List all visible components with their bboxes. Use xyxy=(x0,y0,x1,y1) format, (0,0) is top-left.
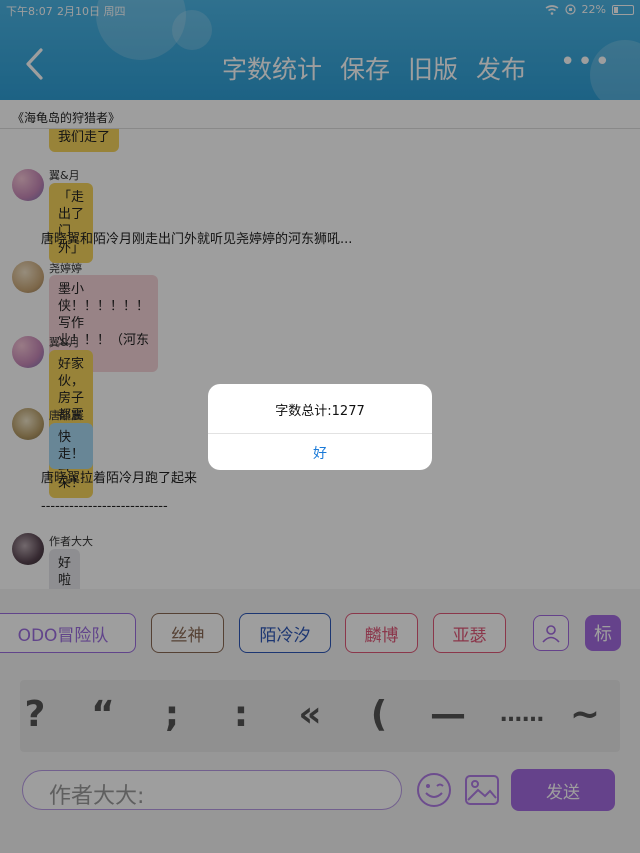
word-count-alert: 字数总计:1277 好 xyxy=(208,384,432,470)
alert-divider xyxy=(208,433,432,434)
alert-message: 字数总计:1277 xyxy=(275,404,365,419)
alert-ok-button[interactable]: 好 xyxy=(208,443,432,463)
